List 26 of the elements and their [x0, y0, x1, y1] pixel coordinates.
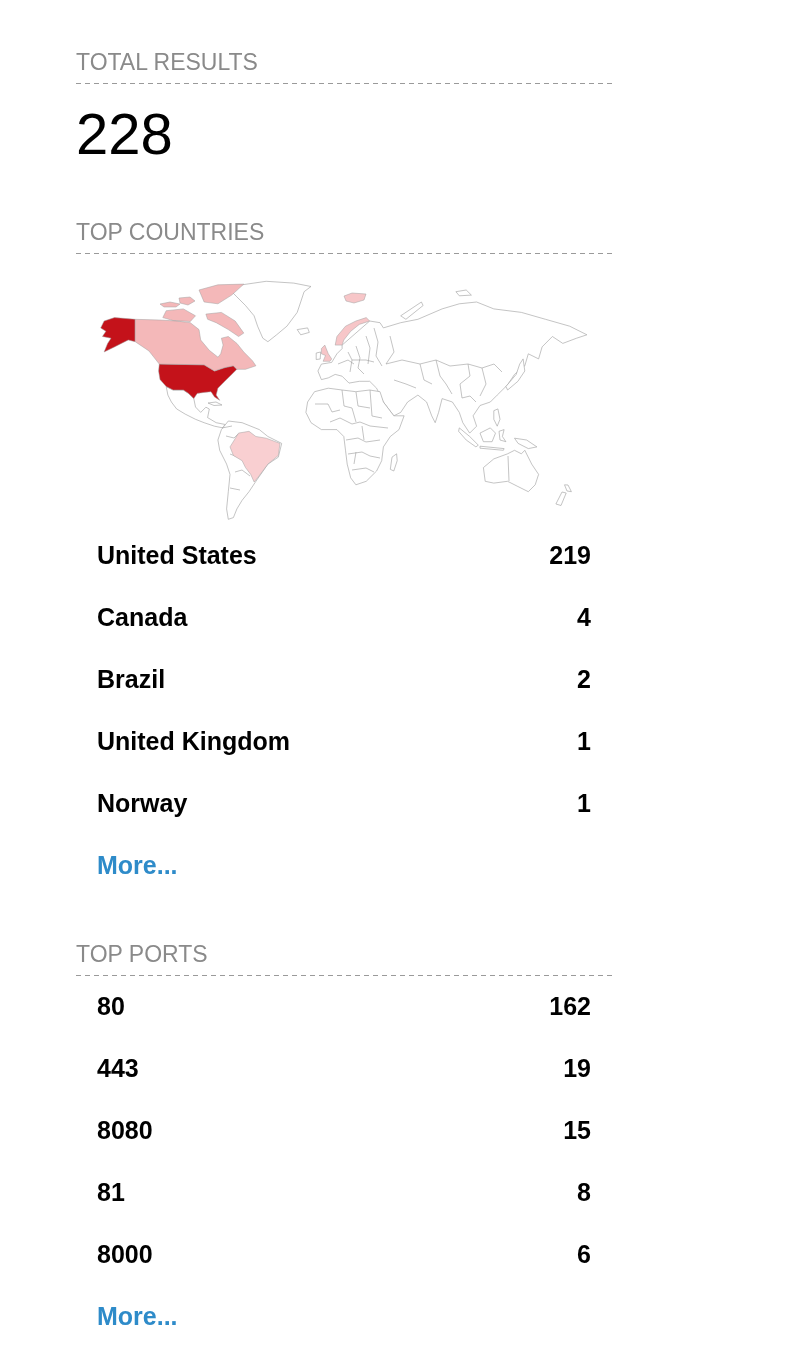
section-heading: TOP COUNTRIES — [76, 219, 266, 246]
country-name: United Kingdom — [97, 726, 291, 758]
port-count: 162 — [549, 991, 591, 1023]
port-number: 443 — [97, 1053, 139, 1085]
country-count: 1 — [577, 788, 591, 820]
country-count: 219 — [549, 540, 591, 572]
country-name: United States — [97, 540, 257, 572]
port-count: 6 — [577, 1239, 591, 1271]
country-name: Brazil — [97, 664, 166, 696]
total-count: 228 — [76, 105, 174, 163]
port-number: 80 — [97, 991, 125, 1023]
port-number: 8000 — [97, 1239, 153, 1271]
port-count: 8 — [577, 1177, 591, 1209]
port-count: 19 — [563, 1053, 591, 1085]
port-number: 8080 — [97, 1115, 153, 1147]
country-name: Canada — [97, 602, 188, 634]
country-name: Norway — [97, 788, 188, 820]
more-link[interactable]: More... — [97, 1298, 178, 1336]
more-link[interactable]: More... — [97, 847, 178, 885]
country-count: 2 — [577, 664, 591, 696]
port-number: 81 — [97, 1177, 125, 1209]
country-count: 4 — [577, 602, 591, 634]
country-count: 1 — [577, 726, 591, 758]
section-heading: TOP PORTS — [76, 941, 209, 968]
section-heading: TOTAL RESULTS — [76, 49, 259, 76]
port-count: 15 — [563, 1115, 591, 1147]
